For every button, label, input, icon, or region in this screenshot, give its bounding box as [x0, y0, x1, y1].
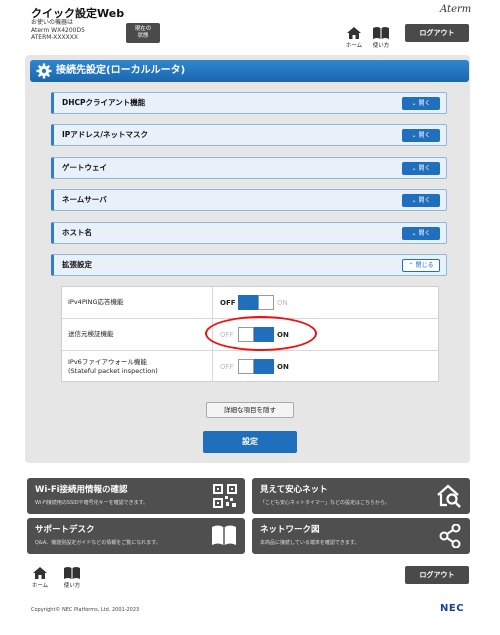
tile-title: 見えて安心ネット — [260, 485, 328, 495]
section-ip-address[interactable]: IPアドレス/ネットマスク ⌄ 開く — [51, 124, 447, 146]
footer-home-button[interactable]: ホーム — [26, 566, 54, 589]
setting-label: IPv4PING応答機能 — [62, 287, 213, 318]
expand-button-label: 開く — [418, 132, 431, 139]
panel-title-text: 接続先設定(ローカルルータ) — [56, 65, 186, 76]
expand-button[interactable]: ⌄ 開く — [402, 129, 440, 142]
tile-desc: 本商品に接続している端末を確認できます。 — [260, 540, 360, 546]
home-icon — [33, 567, 47, 579]
setting-label: IPv6ファイアウォール機能 (Stateful packet inspecti… — [62, 351, 213, 382]
section-label: ゲートウェイ — [62, 163, 107, 172]
manual-button[interactable]: 使い方 — [367, 26, 395, 49]
gear-icon — [36, 63, 52, 79]
section-name-server[interactable]: ネームサーバ ⌄ 開く — [51, 189, 447, 211]
collapse-button[interactable]: ⌃ 閉じる — [402, 259, 440, 272]
device-name: ATERM-XXXXXX — [31, 34, 78, 41]
toggle-ipv4-ping[interactable]: OFF ON — [220, 287, 288, 318]
tile-support-desk[interactable]: サポートデスク Q&A、機能別設定ガイドなどの情報をご覧になれます。 — [27, 518, 245, 554]
on-label: ON — [277, 298, 288, 307]
tile-desc: Q&A、機能別設定ガイドなどの情報をご覧になれます。 — [35, 540, 161, 546]
tile-desc: Wi-Fi接続用のSSIDや暗号化キーを確認できます。 — [35, 500, 149, 506]
expand-button-label: 開く — [418, 230, 431, 237]
expand-button-label: 開く — [418, 197, 431, 204]
tile-network-map[interactable]: ネットワーク図 本商品に接続している端末を確認できます。 — [252, 518, 470, 554]
section-extended-settings[interactable]: 拡張設定 ⌃ 閉じる — [51, 254, 447, 276]
section-label: 拡張設定 — [62, 260, 92, 269]
header: クイック設定Web お使いの機器は Aterm WX4200D5 ATERM-X… — [0, 0, 500, 52]
manual-label: 使い方 — [372, 43, 390, 49]
expand-button[interactable]: ⌄ 開く — [402, 97, 440, 110]
home-button[interactable]: ホーム — [340, 26, 368, 49]
section-label: IPアドレス/ネットマスク — [62, 130, 149, 139]
set-button[interactable]: 設定 — [203, 431, 297, 453]
device-info: お使いの機器は Aterm WX4200D5 ATERM-XXXXXX — [31, 19, 85, 42]
setting-label: 送信元検証機能 — [62, 319, 213, 350]
tile-desc: 「こども安心ネットタイマー」などの設定はこちらから。 — [260, 500, 391, 506]
setting-row-ipv6-firewall: IPv6ファイアウォール機能 (Stateful packet inspecti… — [62, 351, 438, 382]
expand-button-label: 開く — [418, 165, 431, 172]
setting-label-line2: (Stateful packet inspection) — [68, 366, 158, 375]
panel-title: 接続先設定(ローカルルータ) — [30, 60, 469, 82]
collapse-button-label: 閉じる — [415, 262, 434, 269]
section-host-name[interactable]: ホスト名 ⌄ 開く — [51, 222, 447, 244]
hide-details-button[interactable]: 詳細な項目を隠す — [206, 402, 294, 418]
expand-button[interactable]: ⌄ 開く — [402, 162, 440, 175]
manual-label: 使い方 — [63, 583, 81, 589]
tile-title: Wi-Fi接続用情報の確認 — [35, 485, 128, 495]
device-model: Aterm WX4200D5 — [31, 26, 85, 34]
book-icon — [373, 27, 389, 39]
copyright: Copyright© NEC Platforms, Ltd. 2001-2023 — [31, 607, 140, 613]
section-label: ネームサーバ — [62, 195, 107, 204]
qr-code-icon — [213, 484, 237, 508]
off-label: OFF — [220, 362, 234, 371]
section-dhcp-client[interactable]: DHCPクライアント機能 ⌄ 開く — [51, 92, 447, 114]
nec-logo: NEC — [440, 603, 465, 614]
tile-title: サポートデスク — [35, 525, 95, 535]
aterm-logo: Aterm — [440, 4, 472, 15]
off-label: OFF — [220, 298, 236, 307]
network-icon — [439, 524, 461, 548]
footer-bar: ホーム 使い方 ログアウト — [0, 560, 500, 594]
book-icon — [64, 567, 80, 579]
on-label: ON — [277, 362, 289, 371]
annotation-circle — [205, 316, 317, 351]
expand-button[interactable]: ⌄ 開く — [402, 194, 440, 207]
device-info-line: お使いの機器は — [31, 19, 74, 26]
home-icon — [347, 27, 361, 39]
home-label: ホーム — [345, 43, 363, 49]
setting-label-line1: IPv6ファイアウォール機能 — [68, 357, 147, 366]
section-label: DHCPクライアント機能 — [62, 98, 146, 107]
home-label: ホーム — [31, 583, 49, 589]
tile-title: ネットワーク図 — [260, 525, 320, 535]
section-label: ホスト名 — [62, 228, 92, 237]
book-icon — [212, 525, 236, 545]
footer-logout-button[interactable]: ログアウト — [405, 566, 469, 584]
house-search-icon — [437, 484, 461, 508]
setting-row-ipv4-ping: IPv4PING応答機能 OFF ON — [62, 287, 438, 319]
tile-mieru-anshin-net[interactable]: 見えて安心ネット 「こども安心ネットタイマー」などの設定はこちらから。 — [252, 478, 470, 514]
expand-button-label: 開く — [418, 100, 431, 107]
tile-wifi-info[interactable]: Wi-Fi接続用情報の確認 Wi-Fi接続用のSSIDや暗号化キーを確認できます… — [27, 478, 245, 514]
toggle-ipv6-firewall[interactable]: OFF ON — [220, 351, 289, 382]
logout-button[interactable]: ログアウト — [405, 24, 469, 42]
switch[interactable] — [238, 295, 274, 310]
current-status-button[interactable]: 現在の 状態 — [126, 23, 160, 43]
switch[interactable] — [238, 359, 274, 374]
section-gateway[interactable]: ゲートウェイ ⌄ 開く — [51, 157, 447, 179]
footer-manual-button[interactable]: 使い方 — [58, 566, 86, 589]
expand-button[interactable]: ⌄ 開く — [402, 227, 440, 240]
